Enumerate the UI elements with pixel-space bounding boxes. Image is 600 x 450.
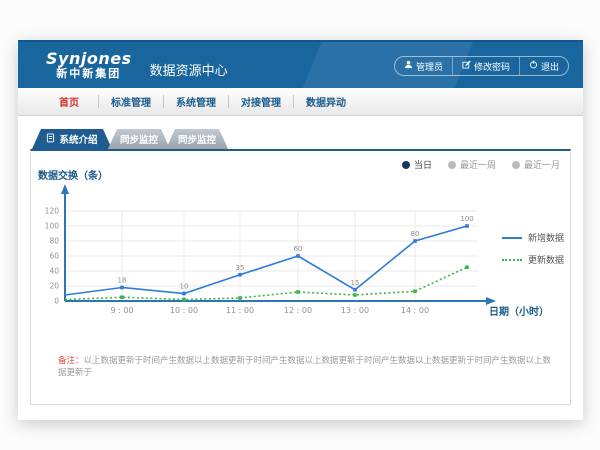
- svg-text:100: 100: [460, 215, 473, 223]
- legend-item-updated-data: 更新数据: [502, 253, 564, 266]
- app-header: Synjones 新中新集团 数据资源中心 管理员 修改密码: [18, 40, 583, 88]
- change-password-button[interactable]: 修改密码: [452, 57, 519, 75]
- nav-item-data-change[interactable]: 数据异动: [294, 94, 358, 109]
- edit-icon: [462, 60, 471, 72]
- tab-label: 同步监控: [120, 132, 158, 146]
- legend-label: 更新数据: [528, 253, 564, 266]
- logo-company-name: 新中新集团: [46, 68, 132, 80]
- power-icon: [529, 60, 538, 72]
- tab-bar: 系统介绍 同步监控 同步监控: [30, 128, 571, 149]
- tab-sync-monitor-1[interactable]: 同步监控: [108, 129, 170, 149]
- app-window: Synjones 新中新集团 数据资源中心 管理员 修改密码: [18, 40, 583, 420]
- nav-item-standard-mgmt[interactable]: 标准管理: [99, 94, 163, 109]
- svg-text:18: 18: [118, 277, 127, 285]
- content-area: 系统介绍 同步监控 同步监控 当日 最近一周: [18, 116, 583, 405]
- user-actions: 管理员 修改密码 退出: [394, 56, 569, 76]
- svg-text:10: 10: [180, 283, 189, 291]
- admin-user-label: 管理员: [416, 60, 443, 73]
- dotted-line-swatch: [502, 259, 522, 261]
- svg-text:35: 35: [236, 264, 245, 272]
- svg-text:20: 20: [49, 282, 59, 291]
- tab-label: 同步监控: [178, 132, 216, 146]
- svg-text:11 : 00: 11 : 00: [226, 306, 254, 315]
- svg-text:60: 60: [294, 245, 303, 253]
- svg-text:100: 100: [45, 222, 60, 231]
- admin-user-button[interactable]: 管理员: [395, 57, 452, 75]
- tab-sync-monitor-2[interactable]: 同步监控: [166, 129, 228, 149]
- logout-label: 退出: [541, 60, 559, 73]
- svg-text:14 : 00: 14 : 00: [401, 306, 429, 315]
- legend-item-new-data: 新增数据: [502, 231, 564, 244]
- svg-text:80: 80: [49, 237, 59, 246]
- chart-panel: 当日 最近一周 最近一月 0204060801001209 : 0010 : 0…: [30, 149, 571, 405]
- svg-text:40: 40: [49, 267, 59, 276]
- svg-text:120: 120: [45, 207, 60, 216]
- svg-text:日期（小时）: 日期（小时）: [489, 305, 549, 318]
- change-password-label: 修改密码: [474, 60, 510, 73]
- nav-item-interface-mgmt[interactable]: 对接管理: [229, 94, 293, 109]
- footnote-prefix: 备注：: [58, 356, 84, 366]
- page-title: 数据资源中心: [150, 60, 228, 79]
- svg-text:60: 60: [49, 252, 59, 261]
- solid-line-swatch: [502, 237, 522, 239]
- document-icon: [46, 133, 55, 146]
- svg-text:数据交换（条）: 数据交换（条）: [38, 169, 108, 182]
- svg-text:12 : 00: 12 : 00: [284, 306, 312, 315]
- svg-text:80: 80: [411, 230, 420, 238]
- footnote: 备注：以上数据更新于时间产生数据以上数据更新于时间产生数据以上数据更新于时间产生…: [58, 356, 554, 380]
- tab-label: 系统介绍: [59, 132, 97, 146]
- svg-text:9 : 00: 9 : 00: [110, 306, 133, 315]
- logout-button[interactable]: 退出: [519, 57, 568, 75]
- main-nav: 首页 标准管理 系统管理 对接管理 数据异动: [18, 88, 583, 116]
- legend-label: 新增数据: [528, 231, 564, 244]
- data-exchange-line-chart: 0 20 40 60 80 100 120 9 : 00 10 : 00 11 : 00 12 : …: [33, 167, 568, 337]
- svg-text:15: 15: [351, 279, 360, 287]
- svg-text:10 : 00: 10 : 00: [170, 306, 198, 315]
- logo: Synjones 新中新集团: [46, 51, 132, 79]
- svg-text:13 : 00: 13 : 00: [341, 306, 369, 315]
- nav-item-system-mgmt[interactable]: 系统管理: [164, 94, 228, 109]
- nav-item-home[interactable]: 首页: [40, 94, 98, 109]
- page-background: Synjones 新中新集团 数据资源中心 管理员 修改密码: [0, 0, 600, 450]
- chart-legend: 新增数据 更新数据: [502, 231, 564, 275]
- svg-text:0: 0: [54, 297, 59, 306]
- tab-system-intro[interactable]: 系统介绍: [32, 129, 112, 149]
- logo-wordmark: Synjones: [46, 51, 132, 68]
- footnote-text: 以上数据更新于时间产生数据以上数据更新于时间产生数据以上数据更新于时间产生数据以…: [58, 356, 551, 378]
- user-icon: [404, 60, 413, 72]
